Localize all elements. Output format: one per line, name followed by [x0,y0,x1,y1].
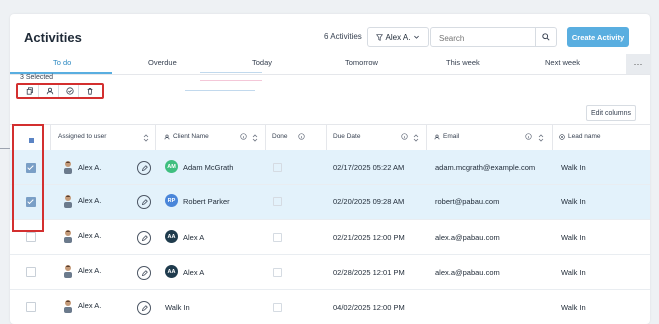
assigned-user: Alex A. [78,163,102,172]
selected-count: 3 Selected [20,74,54,81]
user-avatar-icon [64,300,72,313]
due-date: 02/17/2025 05:22 AM [333,163,405,172]
row-checkbox[interactable] [26,232,36,242]
due-date: 02/21/2025 12:00 PM [333,233,405,242]
chevron-down-icon [414,35,420,39]
lead-name: Walk In [561,163,586,172]
table-row[interactable]: Alex A. AA Alex A 02/21/2025 12:00 PM al… [10,220,650,255]
sort-icon[interactable] [538,134,544,142]
tab-next-week[interactable]: Next week [545,58,580,67]
checkbox-highlight [12,124,44,232]
email: adam.mcgrath@example.com [435,163,536,172]
lead-name: Walk In [561,303,586,312]
email: alex.a@pabau.com [435,233,500,242]
table-row[interactable]: Alex A. AM Adam McGrath 02/17/2025 05:22… [10,150,650,185]
lead-name: Walk In [561,268,586,277]
edit-icon[interactable] [137,195,151,209]
column-client-name[interactable]: Client Name [164,133,209,140]
client-avatar: RP [165,194,178,207]
sort-icon[interactable] [413,134,419,142]
target-icon [559,133,565,140]
done-checkbox[interactable] [273,197,282,206]
lead-name: Walk In [561,233,586,242]
client-avatar: AM [165,160,178,173]
info-icon[interactable] [240,133,247,140]
activities-count: 6 Activities [324,32,362,41]
row-checkbox[interactable] [26,302,36,312]
user-avatar-icon [64,230,72,243]
tab-this-week[interactable]: This week [446,58,480,67]
delete-icon[interactable] [82,85,98,97]
bulk-actions-toolbar [16,83,104,99]
done-checkbox[interactable] [273,268,282,277]
sort-icon[interactable] [252,134,258,142]
info-icon[interactable] [401,133,408,140]
table-row[interactable]: Alex A. Walk In 04/02/2025 12:00 PM Walk… [10,290,650,324]
tab-to-do[interactable]: To do [53,58,71,67]
client-name[interactable]: Robert Parker [183,197,230,206]
done-checkbox[interactable] [273,233,282,242]
column-lead-name[interactable]: Lead name [559,133,601,140]
done-checkbox[interactable] [273,163,282,172]
table-row[interactable]: Alex A. AA Alex A 02/28/2025 12:01 PM al… [10,255,650,290]
client-name[interactable]: Alex A [183,233,204,242]
tab-tomorrow[interactable]: Tomorrow [345,58,378,67]
owner-filter-dropdown[interactable]: Alex A. [367,27,429,47]
user-avatar-icon [64,265,72,278]
done-checkbox[interactable] [273,303,282,312]
page-title: Activities [24,30,82,45]
client-avatar: AA [165,230,178,243]
edit-icon[interactable] [137,161,151,175]
user-icon [164,134,170,139]
table-header: Assigned to user Client Name Done Due Da… [10,124,650,151]
selection-artifact [185,90,255,95]
activities-panel: Activities 6 Activities Alex A. Create A… [10,14,650,324]
assigned-user: Alex A. [78,266,102,275]
assigned-user: Alex A. [78,301,102,310]
sort-icon[interactable] [143,134,149,142]
more-tabs-button[interactable]: ⋯ [626,54,650,74]
due-date: 02/20/2025 09:28 AM [333,197,405,206]
tab-overdue[interactable]: Overdue [148,58,177,67]
copy-icon[interactable] [22,85,39,97]
info-icon[interactable] [298,133,305,140]
column-email[interactable]: Email [434,133,459,140]
column-due-date[interactable]: Due Date [333,133,360,140]
client-name[interactable]: Adam McGrath [183,163,233,172]
tab-today[interactable]: Today [252,58,272,67]
search-icon[interactable] [535,28,556,46]
filter-icon [375,33,383,41]
owner-filter-label: Alex A. [385,32,411,42]
client-name[interactable]: Alex A [183,268,204,277]
client-name[interactable]: Walk In [165,303,190,312]
user-avatar-icon [64,195,72,208]
divider [0,148,10,149]
complete-icon[interactable] [62,85,80,97]
table-row[interactable]: Alex A. RP Robert Parker 02/20/2025 09:2… [10,185,650,220]
column-assigned[interactable]: Assigned to user [58,133,106,140]
assigned-user: Alex A. [78,196,102,205]
tab-bar: To do Overdue Today Tomorrow This week N… [10,54,650,75]
edit-columns-button[interactable]: Edit columns [586,105,636,121]
email: alex.a@pabau.com [435,268,500,277]
edit-icon[interactable] [137,266,151,280]
edit-icon[interactable] [137,231,151,245]
info-icon[interactable] [525,133,532,140]
create-activity-button[interactable]: Create Activity [567,27,629,47]
due-date: 04/02/2025 12:00 PM [333,303,405,312]
row-checkbox[interactable] [26,267,36,277]
edit-icon[interactable] [137,301,151,315]
user-icon [434,134,440,139]
lead-name: Walk In [561,197,586,206]
client-avatar: AA [165,265,178,278]
due-date: 02/28/2025 12:01 PM [333,268,405,277]
search-box [430,27,557,47]
selection-artifact [200,72,262,81]
search-input[interactable] [437,33,536,44]
email: robert@pabau.com [435,197,500,206]
column-done[interactable]: Done [272,133,288,140]
user-avatar-icon [64,161,72,174]
assigned-user: Alex A. [78,231,102,240]
assign-user-icon[interactable] [42,85,59,97]
